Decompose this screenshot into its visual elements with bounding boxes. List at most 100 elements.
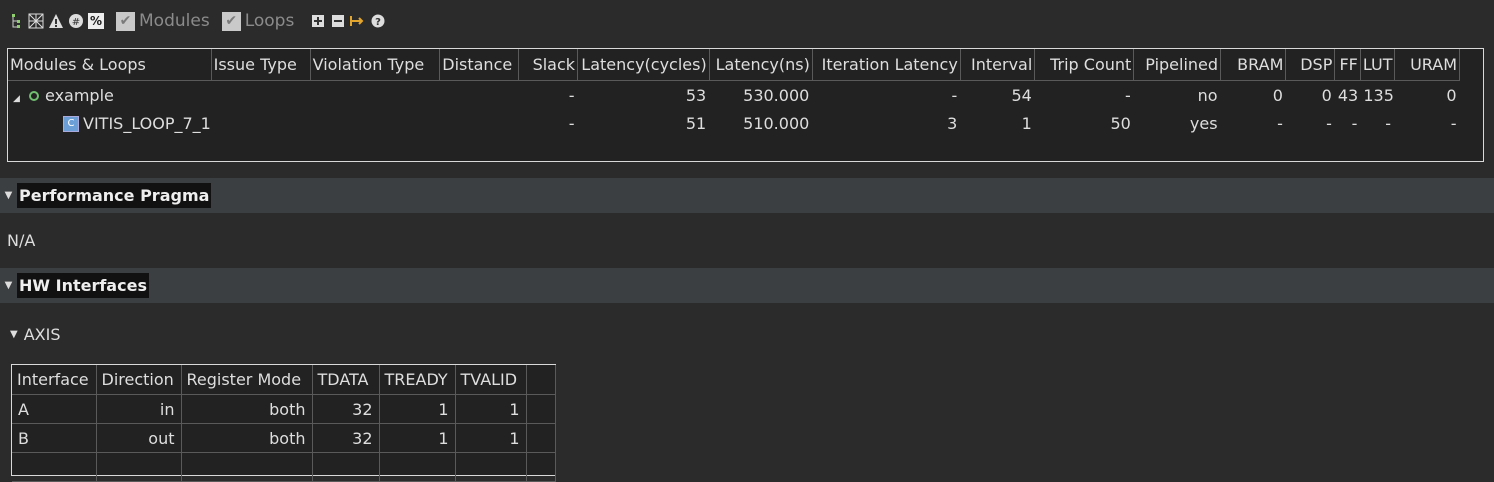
col-uram[interactable]: URAM: [1394, 49, 1461, 81]
cell-tdata: 32: [312, 423, 380, 453]
table-row[interactable]: ◢ example - 53 530.000 - 54 - no 0 0 43 1…: [8, 81, 1460, 110]
cell-latency-cycles: 53: [685, 85, 707, 105]
table-header-row: Modules & Loops Issue Type Violation Typ…: [8, 49, 1461, 81]
collapse-triangle-icon[interactable]: ▼: [0, 280, 17, 291]
cell-filler: [526, 423, 556, 453]
hierarchy-icon[interactable]: [8, 13, 24, 29]
col-direction[interactable]: Direction: [96, 365, 182, 395]
col-register-mode[interactable]: Register Mode: [181, 365, 313, 395]
cell-pipelined: yes: [1189, 113, 1218, 133]
table-row[interactable]: B out both 32 1 1: [12, 423, 556, 453]
cell-lut: 135: [1363, 85, 1394, 105]
col-slack[interactable]: Slack: [518, 49, 579, 81]
cell-issue: [211, 109, 310, 137]
cell-iteration-latency: -: [951, 85, 958, 105]
cell-iteration-latency: 3: [947, 113, 958, 133]
cell-distance: [440, 81, 519, 110]
grid-icon[interactable]: [28, 13, 44, 29]
collapse-all-icon[interactable]: [330, 13, 346, 29]
loop-icon: C: [63, 116, 79, 132]
module-name: example: [45, 85, 114, 105]
cell-dsp: -: [1326, 113, 1332, 133]
modules-checkbox[interactable]: ✔ Modules: [116, 11, 210, 31]
filter-icon[interactable]: #: [68, 13, 84, 29]
cell-direction: in: [96, 394, 182, 424]
loop-name: VITIS_LOOP_7_1: [83, 113, 211, 133]
modules-loops-table: Modules & Loops Issue Type Violation Typ…: [7, 48, 1484, 162]
cell-direction: out: [96, 423, 182, 453]
axis-subsection-header[interactable]: ▼ AXIS: [10, 325, 60, 344]
cell-latency-ns: 530.000: [743, 85, 810, 105]
col-violation-type[interactable]: Violation Type: [310, 49, 441, 81]
loops-label: Loops: [244, 11, 295, 31]
col-ff[interactable]: FF: [1334, 49, 1361, 81]
performance-pragma-value: N/A: [7, 231, 36, 250]
cell-register-mode: both: [181, 423, 313, 453]
section-title: HW Interfaces: [17, 273, 149, 298]
cell-latency-ns: 510.000: [743, 113, 810, 133]
cell-interface: B: [12, 423, 97, 453]
cell-tready: 1: [379, 394, 456, 424]
col-modules-loops[interactable]: Modules & Loops: [8, 49, 212, 81]
table-row-empty: [12, 452, 556, 482]
cell-bram: 0: [1272, 85, 1283, 105]
col-tvalid[interactable]: TVALID: [455, 365, 527, 395]
loops-checkbox[interactable]: ✔ Loops: [221, 11, 295, 31]
cell-slack: -: [568, 113, 575, 133]
col-interval[interactable]: Interval: [960, 49, 1036, 81]
cell-uram: -: [1450, 113, 1457, 133]
cell-ff: -: [1351, 113, 1358, 133]
cell-trip-count: 50: [1110, 113, 1131, 133]
percent-icon[interactable]: %: [88, 13, 104, 29]
cell-latency-cycles: 51: [685, 113, 707, 133]
collapse-triangle-icon[interactable]: ▼: [0, 190, 17, 201]
cell-lut: -: [1385, 113, 1392, 133]
axis-label: AXIS: [23, 325, 61, 344]
cell-ff: 43: [1337, 85, 1359, 105]
col-tready[interactable]: TREADY: [379, 365, 456, 395]
checkmark-icon: ✔: [221, 11, 241, 31]
module-icon: [29, 90, 39, 101]
cell-register-mode: both: [181, 394, 313, 424]
table-row[interactable]: C VITIS_LOOP_7_1 - 51 510.000 3 1 50 yes …: [8, 109, 1460, 137]
col-filler: [526, 365, 556, 395]
cell-tready: 1: [379, 423, 456, 453]
col-pipelined[interactable]: Pipelined: [1133, 49, 1222, 81]
col-issue-type[interactable]: Issue Type: [211, 49, 311, 81]
cell-issue: [211, 81, 310, 110]
cell-interface: A: [12, 394, 97, 424]
col-latency-cycles[interactable]: Latency(cycles): [577, 49, 710, 81]
cell-distance: [440, 109, 519, 137]
collapse-triangle-icon[interactable]: ▼: [10, 329, 18, 340]
col-tdata[interactable]: TDATA: [312, 365, 380, 395]
expand-all-icon[interactable]: [310, 13, 326, 29]
cell-interval: 1: [1021, 113, 1032, 133]
cell-violation: [310, 81, 440, 110]
col-bram[interactable]: BRAM: [1220, 49, 1287, 81]
performance-pragma-header[interactable]: ▼ Performance Pragma: [0, 178, 1494, 213]
col-latency-ns[interactable]: Latency(ns): [709, 49, 813, 81]
expand-triangle-icon[interactable]: ◢: [13, 94, 23, 104]
section-title: Performance Pragma: [17, 183, 212, 208]
cell-violation: [310, 109, 440, 137]
cell-tvalid: 1: [455, 394, 527, 424]
checkmark-icon: ✔: [116, 11, 135, 31]
hw-interfaces-header[interactable]: ▼ HW Interfaces: [0, 268, 1494, 303]
col-lut[interactable]: LUT: [1360, 49, 1395, 81]
svg-text:?: ?: [375, 17, 381, 28]
col-dsp[interactable]: DSP: [1285, 49, 1336, 81]
cell-dsp: 0: [1321, 85, 1332, 105]
goto-source-icon[interactable]: [350, 13, 366, 29]
cell-slack: -: [568, 85, 575, 105]
cell-pipelined: no: [1197, 85, 1218, 105]
warning-icon[interactable]: [48, 13, 64, 29]
col-iteration-latency[interactable]: Iteration Latency: [812, 49, 961, 81]
col-trip-count[interactable]: Trip Count: [1034, 49, 1135, 81]
help-icon[interactable]: ?: [370, 13, 386, 29]
col-interface[interactable]: Interface: [12, 365, 97, 395]
modules-label: Modules: [139, 11, 210, 31]
cell-bram: -: [1277, 113, 1283, 133]
toolbar: # % ✔ Modules ✔ Loops ?: [8, 9, 386, 33]
col-distance[interactable]: Distance: [439, 49, 519, 81]
table-row[interactable]: A in both 32 1 1: [12, 394, 556, 424]
